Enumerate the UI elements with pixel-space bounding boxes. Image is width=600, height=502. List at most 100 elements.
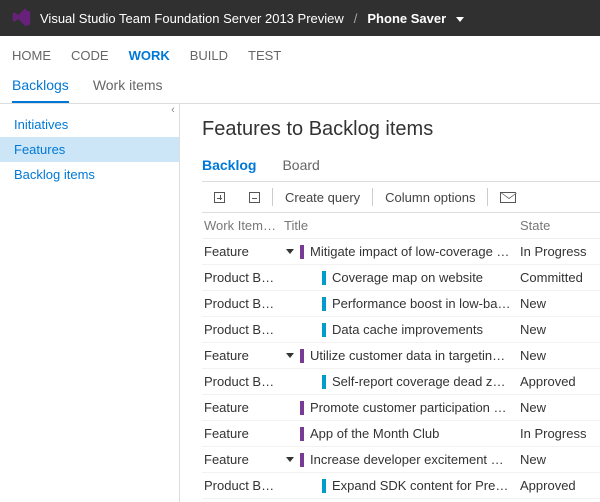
hub-tab-home[interactable]: HOME: [12, 44, 51, 67]
work-item-title-cell: Mitigate impact of low-coverage areas: [284, 244, 520, 260]
work-item-state: In Progress: [520, 426, 600, 441]
expand-all-button[interactable]: [202, 182, 237, 212]
work-item-state: Committed: [520, 270, 600, 285]
backlog-toolbar: Create query Column options: [202, 181, 600, 213]
work-item-title-cell: Data cache improvements: [284, 322, 520, 338]
backlog-view-tabs: Backlog Board: [202, 155, 600, 181]
create-query-label: Create query: [285, 190, 360, 205]
grid-row[interactable]: Product B… Expand SDK content for Premium…: [202, 473, 600, 499]
expand-icon: [214, 192, 225, 203]
feature-color-swatch: [300, 453, 304, 467]
hub-tab-code[interactable]: CODE: [71, 44, 109, 67]
work-item-type: Product B…: [202, 270, 284, 285]
work-item-state: Approved: [520, 478, 600, 493]
sub-nav: Backlogs Work items: [0, 67, 600, 104]
sidebar-item-initiatives[interactable]: Initiatives: [0, 112, 179, 137]
work-item-state: New: [520, 400, 600, 415]
work-item-title: Increase developer excitement with D…: [310, 452, 520, 467]
pbi-color-swatch: [322, 479, 326, 493]
subnav-tab-work-items[interactable]: Work items: [93, 73, 163, 103]
work-item-title-cell: Self-report coverage dead zones: [284, 374, 520, 390]
topbar: Visual Studio Team Foundation Server 201…: [0, 0, 600, 36]
grid-row[interactable]: Feature Mitigate impact of low-coverage a…: [202, 239, 600, 265]
work-item-type: Feature: [202, 400, 284, 415]
grid-row[interactable]: Product B… Self-report coverage dead zone…: [202, 369, 600, 395]
view-tab-backlog[interactable]: Backlog: [202, 155, 256, 181]
work-item-title-cell: Promote customer participation with…: [284, 400, 520, 416]
collapse-sidebar-button[interactable]: ‹: [166, 104, 180, 118]
pbi-color-swatch: [322, 375, 326, 389]
column-header-state[interactable]: State: [520, 218, 600, 233]
work-item-title-cell: Utilize customer data in targeting exp…: [284, 348, 520, 364]
column-options-label: Column options: [385, 190, 475, 205]
grid-row[interactable]: Feature Increase developer excitement wit…: [202, 447, 600, 473]
grid-row[interactable]: Product B… Coverage map on website Committ…: [202, 265, 600, 291]
hub-tab-work[interactable]: WORK: [129, 44, 170, 67]
sidebar-item-backlog-items[interactable]: Backlog items: [0, 162, 179, 187]
work-item-state: New: [520, 322, 600, 337]
work-item-type: Product B…: [202, 478, 284, 493]
work-item-title: Coverage map on website: [332, 270, 483, 285]
main-content: Features to Backlog items BacklogBoard C…: [180, 104, 600, 502]
project-name: Phone Saver: [367, 11, 446, 26]
grid-row[interactable]: Product B…Performance boost in low-bandw…: [202, 291, 600, 317]
pbi-color-swatch: [322, 297, 326, 311]
work-item-type: Feature: [202, 348, 284, 363]
work-item-title-cell: Expand SDK content for Premium…: [284, 478, 520, 494]
work-item-state: Approved: [520, 374, 600, 389]
column-header-title[interactable]: Title: [284, 218, 520, 233]
column-header-type[interactable]: Work Item…: [202, 218, 284, 233]
chevron-down-icon: [456, 17, 464, 22]
grid-row[interactable]: Feature App of the Month Club In Progress: [202, 421, 600, 447]
grid-row[interactable]: Product B…Data cache improvementsNew: [202, 317, 600, 343]
pbi-color-swatch: [322, 271, 326, 285]
grid-header-row: Work Item… Title State: [202, 213, 600, 239]
work-item-title-cell: App of the Month Club: [284, 426, 520, 442]
work-item-title-cell: Coverage map on website: [284, 270, 520, 286]
tree-toggle-icon[interactable]: [286, 353, 294, 358]
create-query-button[interactable]: Create query: [273, 182, 372, 212]
email-button[interactable]: [488, 182, 528, 212]
mail-icon: [500, 192, 516, 203]
work-item-title: Expand SDK content for Premium…: [332, 478, 520, 493]
pbi-color-swatch: [322, 323, 326, 337]
hub-tab-test[interactable]: TEST: [248, 44, 281, 67]
visual-studio-logo-icon: [10, 7, 32, 29]
grid-row[interactable]: Feature Promote customer participation wi…: [202, 395, 600, 421]
hub-tab-build[interactable]: BUILD: [190, 44, 228, 67]
work-item-title-cell: Performance boost in low-bandwi…: [284, 296, 520, 312]
work-item-type: Product B…: [202, 322, 284, 337]
feature-color-swatch: [300, 427, 304, 441]
work-item-state: New: [520, 452, 600, 467]
work-item-title: Self-report coverage dead zones: [332, 374, 520, 389]
work-item-state: New: [520, 348, 600, 363]
tree-toggle-icon[interactable]: [286, 457, 294, 462]
work-item-state: In Progress: [520, 244, 600, 259]
work-item-type: Feature: [202, 426, 284, 441]
tree-toggle-icon[interactable]: [286, 249, 294, 254]
work-item-title: Utilize customer data in targeting exp…: [310, 348, 520, 363]
view-tab-board[interactable]: Board: [282, 155, 319, 181]
grid-row[interactable]: Feature Utilize customer data in targetin…: [202, 343, 600, 369]
backlog-tree-sidebar: ‹ InitiativesFeaturesBacklog items: [0, 104, 180, 502]
sidebar-item-features[interactable]: Features: [0, 137, 179, 162]
work-item-title: Mitigate impact of low-coverage areas: [310, 244, 520, 259]
project-picker[interactable]: Phone Saver: [367, 11, 463, 26]
collapse-icon: [249, 192, 260, 203]
work-item-title: Promote customer participation with…: [310, 400, 520, 415]
work-item-type: Feature: [202, 244, 284, 259]
work-item-state: New: [520, 296, 600, 311]
subnav-tab-backlogs[interactable]: Backlogs: [12, 73, 69, 103]
work-item-title: App of the Month Club: [310, 426, 439, 441]
column-options-button[interactable]: Column options: [373, 182, 487, 212]
work-item-title-cell: Increase developer excitement with D…: [284, 452, 520, 468]
hub-nav: HOME CODE WORK BUILD TEST: [0, 36, 600, 67]
feature-color-swatch: [300, 401, 304, 415]
work-item-type: Feature: [202, 452, 284, 467]
product-name: Visual Studio Team Foundation Server 201…: [40, 11, 344, 26]
feature-color-swatch: [300, 349, 304, 363]
collapse-all-button[interactable]: [237, 182, 272, 212]
work-item-type: Product B…: [202, 374, 284, 389]
work-item-title: Performance boost in low-bandwi…: [332, 296, 520, 311]
feature-color-swatch: [300, 245, 304, 259]
